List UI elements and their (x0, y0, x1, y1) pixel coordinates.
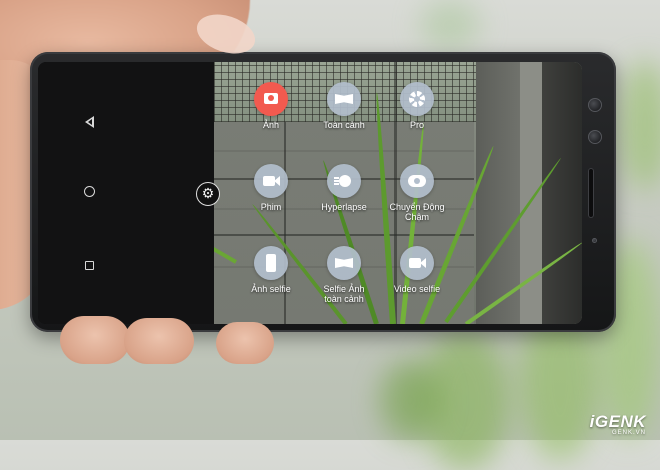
mode-pro[interactable]: Pro (374, 82, 460, 130)
selfie-panorama-icon (327, 246, 361, 280)
phone-screen: ⚙ Ảnh Toàn cảnh Pro Phim Hyperlapse Chuy… (38, 62, 582, 324)
mode-label: Video selfie (393, 284, 441, 294)
watermark: iGENK GENK.VN (546, 412, 646, 437)
mode-slow-motion[interactable]: Chuyển Động Chậm (374, 164, 460, 222)
proximity-sensor (592, 238, 597, 243)
background-foliage (380, 360, 440, 440)
front-camera-lens (588, 130, 602, 144)
viewfinder-pillar (476, 62, 520, 324)
viewfinder-wall-line (214, 234, 474, 236)
earpiece-speaker (588, 168, 594, 218)
mode-label: Pro (409, 120, 424, 130)
home-circle-icon[interactable] (82, 184, 98, 200)
navigation-bar (38, 62, 214, 324)
background-foliage (420, 0, 480, 50)
back-triangle-icon[interactable] (82, 114, 98, 130)
selfie-video-icon (400, 246, 434, 280)
selfie-phone-icon (254, 246, 288, 280)
mode-label: Chuyển Động Chậm (389, 202, 445, 222)
hyperlapse-icon (327, 164, 361, 198)
mode-label: Selfie Ảnh toàn cảnh (323, 284, 365, 304)
camera-icon (254, 82, 288, 116)
panorama-icon (327, 82, 361, 116)
front-camera-sensor (588, 98, 602, 112)
hand-finger (216, 322, 274, 364)
camera-viewfinder[interactable]: Ảnh Toàn cảnh Pro Phim Hyperlapse Chuyển… (214, 62, 582, 324)
smartphone: ⚙ Ảnh Toàn cảnh Pro Phim Hyperlapse Chuy… (30, 52, 616, 332)
watermark-main: iGENK (589, 412, 646, 431)
video-camera-icon (254, 164, 288, 198)
gear-icon[interactable]: ⚙ (196, 182, 220, 206)
mode-selfie-video[interactable]: Video selfie (374, 246, 460, 294)
aperture-icon (400, 82, 434, 116)
hand-finger (124, 318, 194, 364)
viewfinder-pillar (542, 62, 582, 324)
background-foliage (620, 60, 660, 190)
recents-square-icon[interactable] (82, 258, 98, 274)
hand-finger (60, 316, 130, 364)
slow-motion-icon (400, 164, 434, 198)
